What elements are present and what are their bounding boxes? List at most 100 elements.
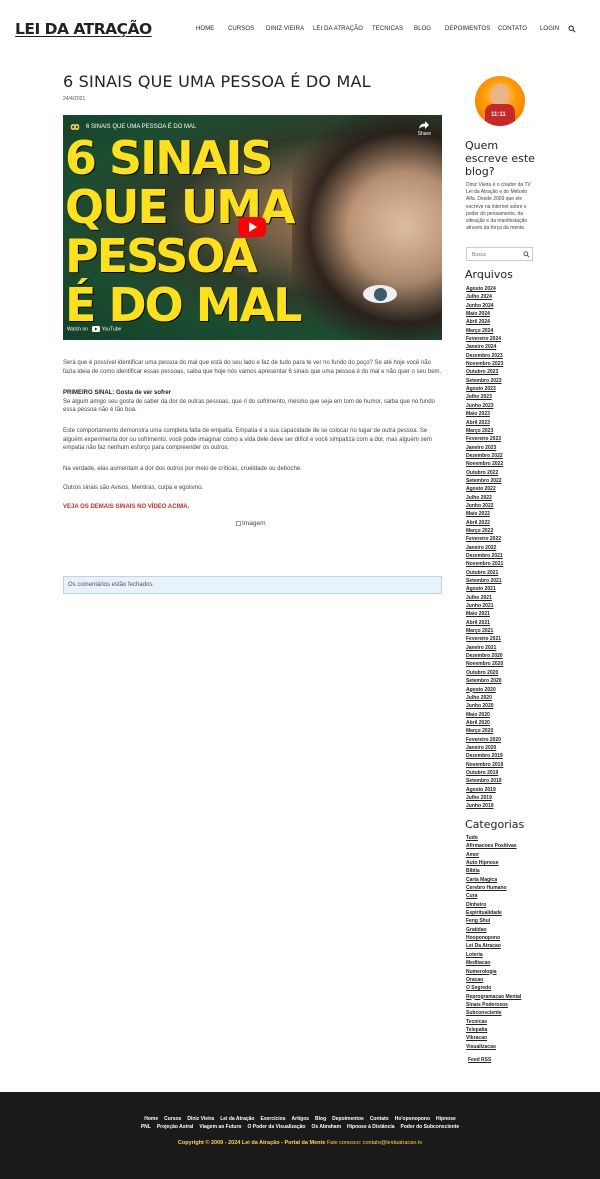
- archive-item[interactable]: Outubro 2021: [466, 569, 503, 577]
- archive-item[interactable]: Novembro 2021: [466, 560, 503, 568]
- category-item[interactable]: Telepatia: [466, 1026, 521, 1034]
- archive-item[interactable]: Julho 2022: [466, 494, 503, 502]
- footer-link[interactable]: PNL: [141, 1124, 151, 1130]
- archive-item[interactable]: Janeiro 2021: [466, 644, 503, 652]
- search-icon[interactable]: [568, 25, 576, 33]
- category-item[interactable]: Espiritualidade: [466, 909, 521, 917]
- archive-item[interactable]: Agosto 2023: [466, 385, 503, 393]
- archive-item[interactable]: Janeiro 2023: [466, 444, 503, 452]
- archive-item[interactable]: Agosto 2022: [466, 485, 503, 493]
- archive-item[interactable]: Novembro 2019: [466, 761, 503, 769]
- category-item[interactable]: Amor: [466, 851, 521, 859]
- archive-item[interactable]: Abril 2023: [466, 419, 503, 427]
- nav-diniz-vieira[interactable]: DINIZ VIEIRA: [266, 26, 304, 32]
- site-logo[interactable]: LEI DA ATRAÇÃO: [15, 20, 152, 38]
- archive-item[interactable]: Dezembro 2021: [466, 552, 503, 560]
- footer-link[interactable]: O Poder da Visualização: [247, 1124, 305, 1130]
- category-item[interactable]: Subconsciente: [466, 1009, 521, 1017]
- archive-item[interactable]: Dezembro 2022: [466, 452, 503, 460]
- nav-depoimentos[interactable]: DEPOIMENTOS: [445, 26, 490, 32]
- archive-item[interactable]: Outubro 2020: [466, 669, 503, 677]
- footer-link[interactable]: Os Abraham: [311, 1124, 341, 1130]
- category-item[interactable]: Visualizacao: [466, 1043, 521, 1051]
- category-item[interactable]: Dinheiro: [466, 901, 521, 909]
- share-button[interactable]: Share: [418, 121, 431, 137]
- category-item[interactable]: Cura: [466, 892, 521, 900]
- search-icon[interactable]: [523, 251, 530, 258]
- archive-item[interactable]: Maio 2020: [466, 711, 503, 719]
- archive-item[interactable]: Agosto 2019: [466, 786, 503, 794]
- archive-item[interactable]: Fevereiro 2023: [466, 435, 503, 443]
- archive-item[interactable]: Maio 2021: [466, 610, 503, 618]
- archive-item[interactable]: Fevereiro 2022: [466, 535, 503, 543]
- footer-link[interactable]: Projeção Astral: [157, 1124, 194, 1130]
- archive-item[interactable]: Setembro 2020: [466, 677, 503, 685]
- category-item[interactable]: Loteria: [466, 951, 521, 959]
- contact-text[interactable]: Fale conosco: contato@leidaatracao.tv: [327, 1140, 422, 1146]
- category-item[interactable]: Afirmacoes Positivas: [466, 842, 521, 850]
- archive-item[interactable]: Setembro 2021: [466, 577, 503, 585]
- nav-lei-da-atracao[interactable]: LEI DA ATRAÇÃO: [313, 26, 363, 32]
- category-item[interactable]: Gratidao: [466, 926, 521, 934]
- archive-item[interactable]: Outubro 2022: [466, 469, 503, 477]
- search-input[interactable]: [469, 250, 521, 259]
- archive-item[interactable]: Junho 2021: [466, 602, 503, 610]
- archive-item[interactable]: Junho 2022: [466, 502, 503, 510]
- archive-item[interactable]: Julho 2019: [466, 794, 503, 802]
- archive-item[interactable]: Junho 2024: [466, 302, 503, 310]
- nav-tecnicas[interactable]: TECNICAS: [372, 26, 403, 32]
- footer-link[interactable]: Blog: [315, 1116, 326, 1122]
- category-item[interactable]: Meditacao: [466, 959, 521, 967]
- archive-item[interactable]: Janeiro 2022: [466, 544, 503, 552]
- archive-item[interactable]: Abril 2020: [466, 719, 503, 727]
- category-item[interactable]: Carta Magica: [466, 876, 521, 884]
- archive-item[interactable]: Novembro 2020: [466, 660, 503, 668]
- footer-link[interactable]: Exercícios: [261, 1116, 286, 1122]
- footer-link[interactable]: Hipnose: [436, 1116, 456, 1122]
- footer-link[interactable]: Cursos: [164, 1116, 181, 1122]
- category-item[interactable]: Cerebro Humano: [466, 884, 521, 892]
- footer-link[interactable]: Depoimentos: [332, 1116, 364, 1122]
- nav-home[interactable]: HOME: [196, 26, 214, 32]
- nav-blog[interactable]: BLOG: [414, 26, 431, 32]
- category-item[interactable]: Oracao: [466, 976, 521, 984]
- archive-item[interactable]: Março 2024: [466, 327, 503, 335]
- archive-item[interactable]: Julho 2024: [466, 293, 503, 301]
- feed-rss-link[interactable]: Feed RSS: [468, 1057, 491, 1063]
- archive-item[interactable]: Fevereiro 2021: [466, 635, 503, 643]
- archive-item[interactable]: Abril 2022: [466, 519, 503, 527]
- category-item[interactable]: Hooponopono: [466, 934, 521, 942]
- archive-item[interactable]: Julho 2020: [466, 694, 503, 702]
- video-title[interactable]: 6 SINAIS QUE UMA PESSOA É DO MAL: [86, 124, 196, 130]
- nav-cursos[interactable]: CURSOS: [228, 26, 254, 32]
- channel-infinity-icon[interactable]: [68, 122, 82, 132]
- category-item[interactable]: Lei Da Atracao: [466, 942, 521, 950]
- archive-item[interactable]: Maio 2024: [466, 310, 503, 318]
- archive-item[interactable]: Outubro 2019: [466, 769, 503, 777]
- archive-item[interactable]: Julho 2023: [466, 393, 503, 401]
- footer-link[interactable]: Ho'oponopono: [395, 1116, 430, 1122]
- nav-contato[interactable]: CONTATO: [498, 26, 527, 32]
- footer-link[interactable]: Lei da Atração: [220, 1116, 254, 1122]
- category-item[interactable]: O Segredo: [466, 984, 521, 992]
- footer-link[interactable]: Viagem ao Futuro: [199, 1124, 241, 1130]
- archive-item[interactable]: Abril 2021: [466, 619, 503, 627]
- archive-item[interactable]: Maio 2023: [466, 410, 503, 418]
- category-item[interactable]: Reprogramacao Mental: [466, 993, 521, 1001]
- archive-item[interactable]: Agosto 2021: [466, 585, 503, 593]
- footer-link[interactable]: Diniz Vieira: [187, 1116, 214, 1122]
- archive-item[interactable]: Janeiro 2020: [466, 744, 503, 752]
- archive-item[interactable]: Fevereiro 2024: [466, 335, 503, 343]
- archive-item[interactable]: Março 2020: [466, 727, 503, 735]
- archive-item[interactable]: Novembro 2023: [466, 360, 503, 368]
- archive-item[interactable]: Dezembro 2019: [466, 752, 503, 760]
- archive-item[interactable]: Março 2022: [466, 527, 503, 535]
- play-button[interactable]: [238, 217, 266, 237]
- category-item[interactable]: Tecnicas: [466, 1018, 521, 1026]
- footer-link[interactable]: Hipnose à Distância: [347, 1124, 395, 1130]
- category-item[interactable]: Numerologia: [466, 968, 521, 976]
- archive-item[interactable]: Abril 2024: [466, 318, 503, 326]
- archive-item[interactable]: Outubro 2023: [466, 368, 503, 376]
- archive-item[interactable]: Maio 2022: [466, 510, 503, 518]
- footer-link[interactable]: Home: [144, 1116, 158, 1122]
